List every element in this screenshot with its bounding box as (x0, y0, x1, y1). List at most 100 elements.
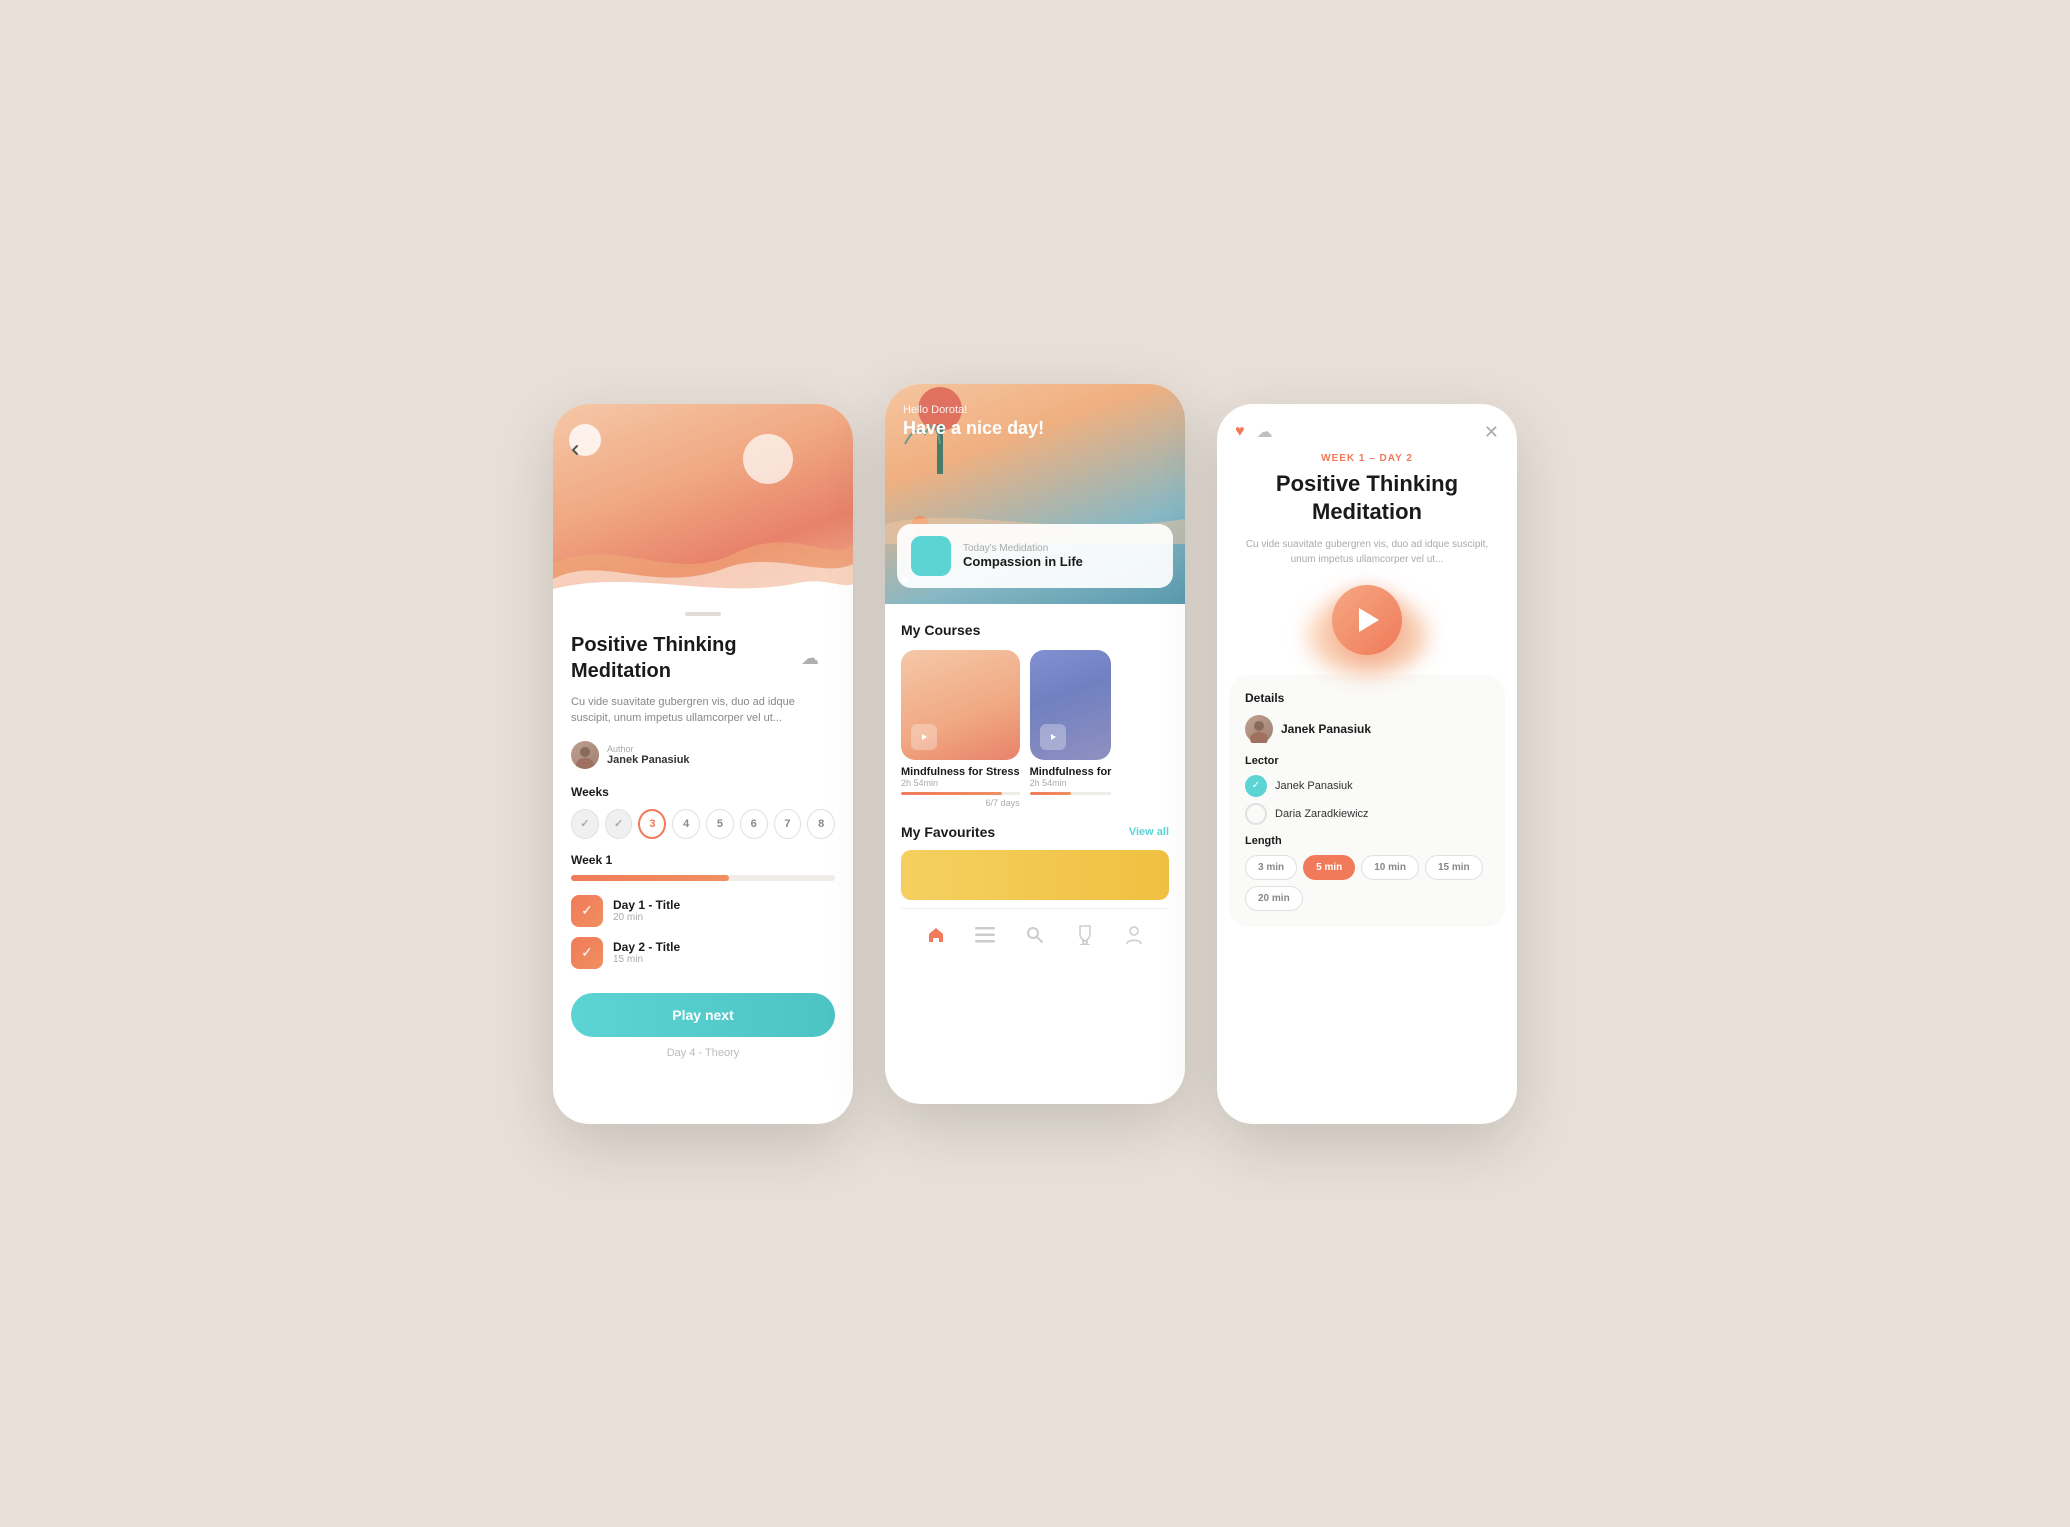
screens-container: Positive Thinking Meditation ☁ Cu vide s… (553, 404, 1517, 1124)
p2-course1-days: 6/7 days (901, 798, 1020, 808)
p2-today-card[interactable]: Today's Medidation Compassion in Life (897, 524, 1173, 588)
p1-progress-bar (571, 875, 835, 881)
p2-course-card-1[interactable] (901, 650, 1020, 760)
p3-length-20min[interactable]: 20 min (1245, 886, 1303, 911)
phone-3: ♥ ☁ ✕ WEEK 1 – DAY 2 Positive Thinking M… (1217, 404, 1517, 1124)
p1-day1-text: Day 1 - Title 20 min (613, 898, 680, 923)
p2-today-label: Today's Medidation (963, 543, 1083, 554)
p3-author-name: Janek Panasiuk (1281, 722, 1371, 736)
week-chip-8[interactable]: 8 (807, 809, 835, 839)
week-chip-7[interactable]: 7 (774, 809, 802, 839)
week-chip-6[interactable]: 6 (740, 809, 768, 839)
p3-lector2-item: Daria Zaradkiewicz (1245, 803, 1489, 825)
p2-body: My Courses Mindfulness for Stress 2h 54m… (885, 604, 1185, 983)
p2-course-2[interactable]: Mindfulness for 2h 54min (1030, 650, 1112, 808)
p1-play-next-button[interactable]: Play next (571, 993, 835, 1037)
p2-today-info: Today's Medidation Compassion in Life (963, 543, 1083, 569)
p1-weeks-row: ✓ ✓ 3 4 5 6 7 8 (571, 809, 835, 839)
p2-view-all-button[interactable]: View all (1129, 826, 1169, 838)
p3-cloud-icon[interactable]: ☁ (1257, 422, 1273, 442)
p3-length-5min[interactable]: 5 min (1303, 855, 1355, 880)
p3-length-label: Length (1245, 835, 1489, 847)
p1-drag-handle (685, 612, 721, 616)
p3-length-15min[interactable]: 15 min (1425, 855, 1483, 880)
phone-2: Hello Dorota! Have a nice day! Today's M… (885, 384, 1185, 1104)
p1-title: Positive Thinking Meditation (571, 632, 835, 684)
p3-length-row: 3 min 5 min 10 min 15 min 20 min (1245, 855, 1489, 911)
p3-details-card: Details Janek Panasiuk Lector ✓ Janek Pa… (1229, 675, 1505, 927)
p2-nav-home-icon[interactable] (922, 921, 950, 949)
p2-course1-fill (901, 792, 1002, 795)
p3-top-bar: ♥ ☁ ✕ (1217, 404, 1517, 453)
p3-details-title: Details (1245, 691, 1489, 705)
p1-day1-item: ✓ Day 1 - Title 20 min (571, 895, 835, 927)
p2-my-courses-title: My Courses (901, 622, 1169, 638)
p1-day1-duration: 20 min (613, 912, 680, 923)
p3-author-row: Janek Panasiuk (1245, 715, 1489, 743)
p2-course-card-2[interactable] (1030, 650, 1112, 760)
p3-length-10min[interactable]: 10 min (1361, 855, 1419, 880)
p1-cloud-icon: ☁ (801, 648, 819, 669)
p2-today-play-button[interactable] (911, 536, 951, 576)
p1-author-label: Author (607, 744, 690, 754)
p1-author-row: Author Janek Panasiuk (571, 741, 835, 769)
p3-lector1-radio[interactable]: ✓ (1245, 775, 1267, 797)
p1-day2-text: Day 2 - Title 15 min (613, 940, 680, 965)
p2-course2-duration: 2h 54min (1030, 778, 1112, 788)
p3-play-button[interactable] (1332, 585, 1402, 655)
p3-lector1-item: ✓ Janek Panasiuk (1245, 775, 1489, 797)
p1-progress-fill (571, 875, 729, 881)
p3-lector-label: Lector (1245, 755, 1489, 767)
p2-greeting: Hello Dorota! Have a nice day! (903, 404, 1044, 439)
p2-today-name: Compassion in Life (963, 554, 1083, 569)
week-chip-5[interactable]: 5 (706, 809, 734, 839)
p1-description: Cu vide suavitate gubergren vis, duo ad … (571, 694, 835, 727)
p1-day2-name: Day 2 - Title (613, 940, 680, 954)
p2-nav-menu-icon[interactable] (971, 921, 999, 949)
p3-lector2-radio[interactable] (1245, 803, 1267, 825)
p2-course1-progress (901, 792, 1020, 795)
p1-back-button[interactable] (569, 424, 601, 456)
p2-course2-progress (1030, 792, 1112, 795)
p1-day2-item: ✓ Day 2 - Title 15 min (571, 937, 835, 969)
p2-course2-fill (1030, 792, 1071, 795)
week-chip-1[interactable]: ✓ (571, 809, 599, 839)
p1-day1-check: ✓ (571, 895, 603, 927)
p3-lector2-name: Daria Zaradkiewicz (1275, 808, 1369, 820)
p2-favourites-row: My Favourites View all (901, 824, 1169, 840)
p3-title: Positive Thinking Meditation (1217, 470, 1517, 527)
week-chip-2[interactable]: ✓ (605, 809, 633, 839)
p2-course1-play-icon[interactable] (911, 724, 937, 750)
p2-bottom-nav (901, 908, 1169, 965)
phone-1: Positive Thinking Meditation ☁ Cu vide s… (553, 404, 853, 1124)
p3-author-avatar (1245, 715, 1273, 743)
week-chip-4[interactable]: 4 (672, 809, 700, 839)
p2-favourites-title: My Favourites (901, 824, 995, 840)
p2-courses-row: Mindfulness for Stress 2h 54min 6/7 days (901, 650, 1169, 808)
p1-week1-label: Week 1 (571, 853, 835, 867)
p3-play-section (1217, 585, 1517, 655)
p3-heart-icon[interactable]: ♥ (1235, 423, 1245, 441)
p2-header-illustration: Hello Dorota! Have a nice day! Today's M… (885, 384, 1185, 604)
p1-day1-name: Day 1 - Title (613, 898, 680, 912)
p3-week-tag: WEEK 1 – DAY 2 (1217, 453, 1517, 464)
p1-body: Positive Thinking Meditation ☁ Cu vide s… (553, 604, 853, 1079)
p3-length-3min[interactable]: 3 min (1245, 855, 1297, 880)
week-chip-3[interactable]: 3 (638, 809, 666, 839)
p2-course2-name: Mindfulness for (1030, 766, 1112, 778)
p3-lector1-name: Janek Panasiuk (1275, 780, 1353, 792)
p1-author-info: Author Janek Panasiuk (607, 744, 690, 766)
p1-day2-check: ✓ (571, 937, 603, 969)
p3-lector1-check-icon: ✓ (1252, 780, 1260, 791)
p2-nav-profile-icon[interactable] (1120, 921, 1148, 949)
p2-favourites-preview (901, 850, 1169, 900)
p2-nav-search-icon[interactable] (1021, 921, 1049, 949)
p2-nav-trophy-icon[interactable] (1071, 921, 1099, 949)
p2-course-1[interactable]: Mindfulness for Stress 2h 54min 6/7 days (901, 650, 1020, 808)
p1-header-illustration (553, 404, 853, 604)
p2-course2-play-icon[interactable] (1040, 724, 1066, 750)
p1-author-name: Janek Panasiuk (607, 754, 690, 766)
p2-course1-name: Mindfulness for Stress (901, 766, 1020, 778)
p1-day2-duration: 15 min (613, 954, 680, 965)
p3-close-button[interactable]: ✕ (1484, 422, 1499, 443)
